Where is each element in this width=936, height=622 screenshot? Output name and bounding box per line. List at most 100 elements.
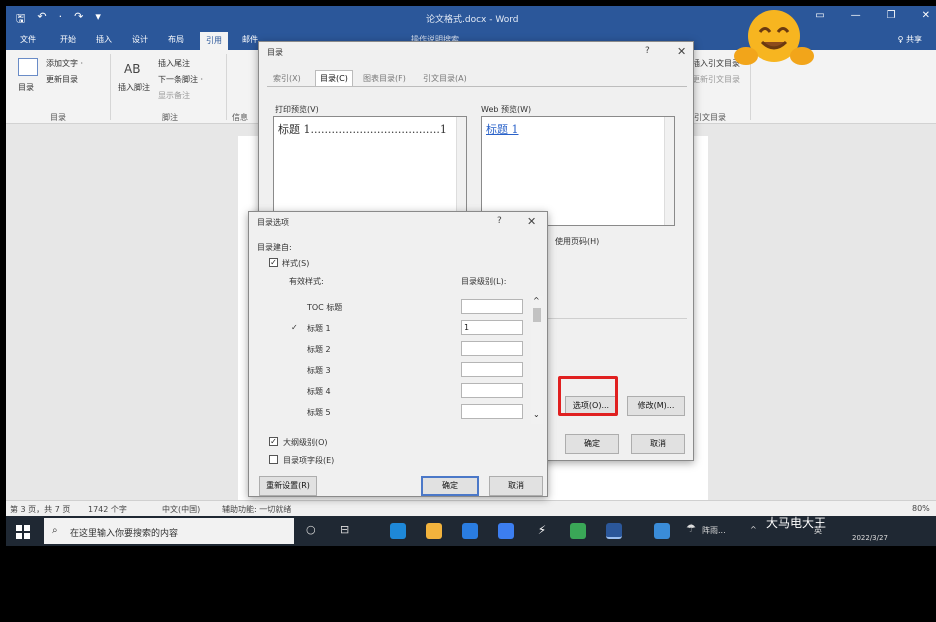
customize-qat-icon[interactable]: ▾ [95, 10, 101, 29]
tab-insert[interactable]: 插入 [96, 34, 112, 45]
weather-icon: ☂ [686, 522, 696, 535]
toc-level-label: 目录级别(L): [461, 277, 507, 286]
print-preview-scrollbar[interactable] [456, 117, 466, 225]
tab-references[interactable]: 引用 [200, 32, 228, 50]
accessibility-status[interactable]: 辅助功能: 一切就绪 [222, 504, 291, 515]
toc-level-input[interactable] [461, 383, 523, 398]
tab-layout[interactable]: 布局 [168, 34, 184, 45]
screen: 🖫 ↶ · ↷ ▾ 论文格式.docx - Word ▭ — ❐ ✕ 文件 开始… [6, 6, 936, 546]
toc-level-input[interactable] [461, 299, 523, 314]
highlight-box [558, 376, 618, 416]
word-app-icon[interactable] [606, 523, 622, 539]
cancel-button[interactable]: 取消 [489, 476, 543, 496]
tab-home[interactable]: 开始 [60, 34, 76, 45]
ok-button[interactable]: 确定 [421, 476, 479, 496]
toc-dialog-title: 目录 [267, 48, 283, 57]
style-checkmark: ✓ [291, 323, 298, 332]
style-name: 标题 2 [307, 345, 331, 354]
web-preview-scrollbar[interactable] [664, 117, 674, 225]
help-icon[interactable] [654, 523, 670, 539]
toc-button[interactable]: 目录 [18, 82, 34, 93]
ribbon-separator [110, 54, 111, 120]
print-preview-label: 打印预览(V) [275, 105, 319, 114]
add-text-button[interactable]: 添加文字 · [46, 58, 83, 69]
scroll-up-icon[interactable]: ^ [533, 296, 540, 305]
modify-button[interactable]: 修改(M)... [627, 396, 685, 416]
lightning-app-icon[interactable]: ⚡ [534, 523, 550, 539]
close-icon[interactable]: ✕ [677, 45, 686, 58]
styles-scrollbar[interactable]: ^ ⌄ [531, 296, 543, 424]
cancel-button[interactable]: 取消 [631, 434, 685, 454]
styles-checkbox[interactable]: ✓ [269, 258, 278, 267]
web-preview-label: Web 预览(W) [481, 105, 532, 114]
word-count[interactable]: 1742 个字 [88, 504, 127, 515]
toc-level-input[interactable]: 1 [461, 320, 523, 335]
toa-group-label: 引文目录 [694, 113, 726, 122]
redo-icon[interactable]: ↷ [74, 10, 83, 29]
cortana-icon[interactable]: ○ [306, 523, 316, 536]
tab-table-of-authorities[interactable]: 引文目录(A) [423, 73, 467, 84]
task-view-icon[interactable]: ⊟ [340, 523, 349, 536]
help-icon[interactable]: ? [497, 216, 502, 226]
search-icon: ⌕ [52, 525, 58, 536]
close-icon[interactable]: ✕ [922, 10, 930, 21]
tab-mailings[interactable]: 邮件 [242, 34, 258, 45]
entry-fields-checkbox[interactable] [269, 455, 278, 464]
page-count[interactable]: 第 3 页，共 7 页 [10, 504, 70, 515]
outline-levels-checkbox[interactable]: ✓ [269, 437, 278, 446]
ribbon-display-icon[interactable]: ▭ [815, 10, 824, 21]
share-button[interactable]: ♀ 共享 [898, 34, 922, 45]
undo-icon[interactable]: ↶ [37, 10, 46, 29]
print-preview-box: 标题 1....................................… [273, 116, 467, 226]
scroll-down-icon[interactable]: ⌄ [533, 410, 540, 419]
footnote-ab-icon: AB [124, 62, 141, 76]
help-icon[interactable]: ? [645, 46, 650, 56]
insert-footnote-button[interactable]: 插入脚注 [118, 82, 150, 93]
web-preview-link[interactable]: 标题 1 [486, 121, 519, 137]
styles-label: 样式(S) [282, 259, 310, 268]
taskbar-search[interactable]: ⌕ 在这里输入你要搜索的内容 [44, 518, 294, 544]
taskbar-search-placeholder: 在这里输入你要搜索的内容 [70, 529, 179, 539]
tab-toc[interactable]: 目录(C) [315, 70, 353, 86]
next-footnote-button[interactable]: 下一条脚注 · [158, 74, 203, 85]
update-toa-button[interactable]: 更新引文目录 [692, 74, 740, 85]
mail-icon[interactable] [462, 523, 478, 539]
toc-icon [18, 58, 38, 76]
toc-group-label: 目录 [50, 113, 66, 122]
toc-options-title: 目录选项 [257, 218, 289, 227]
file-explorer-icon[interactable] [426, 523, 442, 539]
save-icon[interactable]: 🖫 [16, 10, 25, 29]
update-toc-button[interactable]: 更新目录 [46, 74, 78, 85]
quick-access-toolbar: 🖫 ↶ · ↷ ▾ [16, 10, 101, 29]
minimize-icon[interactable]: — [851, 10, 861, 21]
scroll-thumb[interactable] [533, 308, 541, 322]
use-hyperlinks-label[interactable]: 使用页码(H) [555, 236, 599, 247]
toc-level-input[interactable] [461, 341, 523, 356]
show-notes-button[interactable]: 显示备注 [158, 90, 190, 101]
windows-start-icon[interactable] [16, 525, 30, 539]
weather-text[interactable]: 阵雨... [702, 525, 726, 536]
build-from-label: 目录建自: [257, 243, 292, 252]
tab-file[interactable]: 文件 [20, 34, 36, 45]
tab-index[interactable]: 索引(X) [273, 73, 301, 84]
tab-underline [267, 86, 687, 87]
tab-table-of-figures[interactable]: 图表目录(F) [363, 73, 406, 84]
tray-date: 2022/3/27 [852, 534, 888, 542]
browser-e-icon[interactable] [498, 523, 514, 539]
insert-endnote-button[interactable]: 插入尾注 [158, 58, 190, 69]
print-preview-entry: 标题 1....................................… [278, 123, 447, 136]
chrome-icon[interactable] [570, 523, 586, 539]
zoom-level[interactable]: 80% [912, 504, 930, 513]
tray-chevron-icon[interactable]: ^ [750, 525, 757, 534]
restore-icon[interactable]: ❐ [887, 10, 896, 21]
ribbon-separator [226, 54, 227, 120]
reset-button[interactable]: 重新设置(R) [259, 476, 317, 496]
language[interactable]: 中文(中国) [162, 504, 200, 515]
style-name: 标题 4 [307, 387, 331, 396]
close-icon[interactable]: ✕ [527, 215, 536, 228]
edge-icon[interactable] [390, 523, 406, 539]
toc-level-input[interactable] [461, 404, 523, 419]
toc-level-input[interactable] [461, 362, 523, 377]
tab-design[interactable]: 设计 [132, 34, 148, 45]
ok-button[interactable]: 确定 [565, 434, 619, 454]
